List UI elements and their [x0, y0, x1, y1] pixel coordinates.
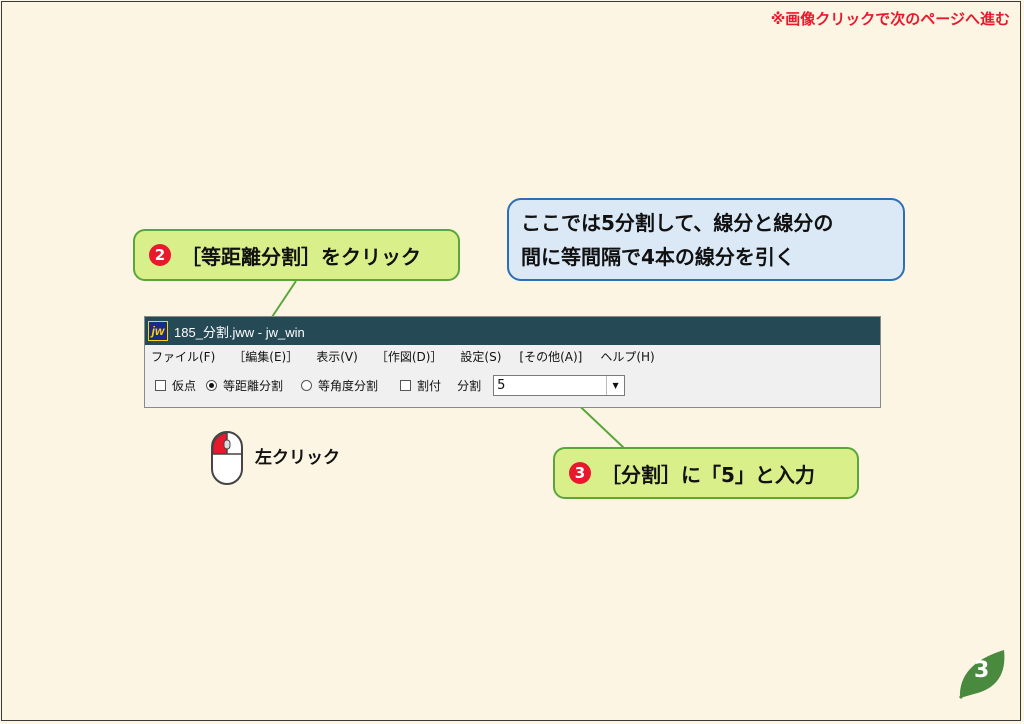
window-titlebar: jw 185_分割.jww - jw_win — [145, 317, 880, 345]
chevron-down-icon[interactable]: ▼ — [606, 375, 624, 395]
step2-text: ［等距離分割］をクリック — [181, 244, 421, 269]
info-callout: ここでは5分割して、線分と線分の 間に等間隔で4本の線分を引く — [507, 198, 905, 281]
page-number-leaf: 3 — [952, 646, 1010, 706]
page-number: 3 — [974, 658, 990, 683]
equal-angle-radio[interactable] — [301, 379, 313, 391]
division-count-combobox[interactable]: 5 ▼ — [493, 374, 626, 396]
equal-distance-label: 等距離分割 — [223, 378, 284, 393]
division-count-value[interactable]: 5 — [494, 378, 505, 393]
step3-text: ［分割］に「5」と入力 — [601, 462, 815, 487]
menu-other[interactable]: [その他(A)] — [519, 348, 582, 365]
menu-view[interactable]: 表示(V) — [316, 348, 358, 365]
step2-callout: 2 ［等距離分割］をクリック — [133, 229, 460, 281]
equal-angle-label: 等角度分割 — [318, 378, 379, 393]
division-label: 分割 — [457, 378, 482, 393]
next-page-note: ※画像クリックで次のページへ進む — [770, 10, 1010, 28]
step3-number-badge: 3 — [569, 462, 591, 484]
window-title: 185_分割.jww - jw_win — [174, 324, 305, 340]
split-attach-label: 割付 — [417, 378, 442, 393]
menu-draw[interactable]: ［作図(D)］ — [376, 348, 443, 365]
temporary-point-label: 仮点 — [172, 378, 197, 393]
equal-distance-option[interactable]: 等距離分割 — [206, 377, 283, 394]
control-toolbar: 仮点 等距離分割 等角度分割 割付 分割 5 ▼ — [145, 367, 880, 403]
menu-bar: ファイル(F) ［編集(E)］ 表示(V) ［作図(D)］ 設定(S) [その他… — [145, 345, 880, 367]
menu-edit[interactable]: ［編集(E)］ — [233, 348, 298, 365]
mouse-left-click-icon — [211, 431, 243, 485]
menu-file[interactable]: ファイル(F) — [151, 348, 215, 365]
split-attach-checkbox[interactable] — [400, 379, 412, 391]
temporary-point-checkbox[interactable] — [155, 379, 166, 391]
split-attach-option[interactable]: 割付 — [400, 377, 441, 394]
info-line-1: ここでは5分割して、線分と線分の — [521, 211, 834, 235]
step3-callout: 3 ［分割］に「5」と入力 — [553, 447, 859, 499]
jw-app-icon: jw — [148, 321, 168, 341]
menu-settings[interactable]: 設定(S) — [460, 348, 501, 365]
app-window: jw 185_分割.jww - jw_win ファイル(F) ［編集(E)］ 表… — [144, 316, 881, 408]
equal-distance-radio[interactable] — [206, 379, 218, 391]
left-click-label: 左クリック — [255, 448, 340, 468]
menu-help[interactable]: ヘルプ(H) — [600, 348, 654, 365]
info-line-2: 間に等間隔で4本の線分を引く — [521, 245, 795, 269]
temporary-point-option[interactable]: 仮点 — [155, 377, 196, 394]
step2-number-badge: 2 — [149, 244, 171, 266]
equal-angle-option[interactable]: 等角度分割 — [301, 377, 378, 394]
